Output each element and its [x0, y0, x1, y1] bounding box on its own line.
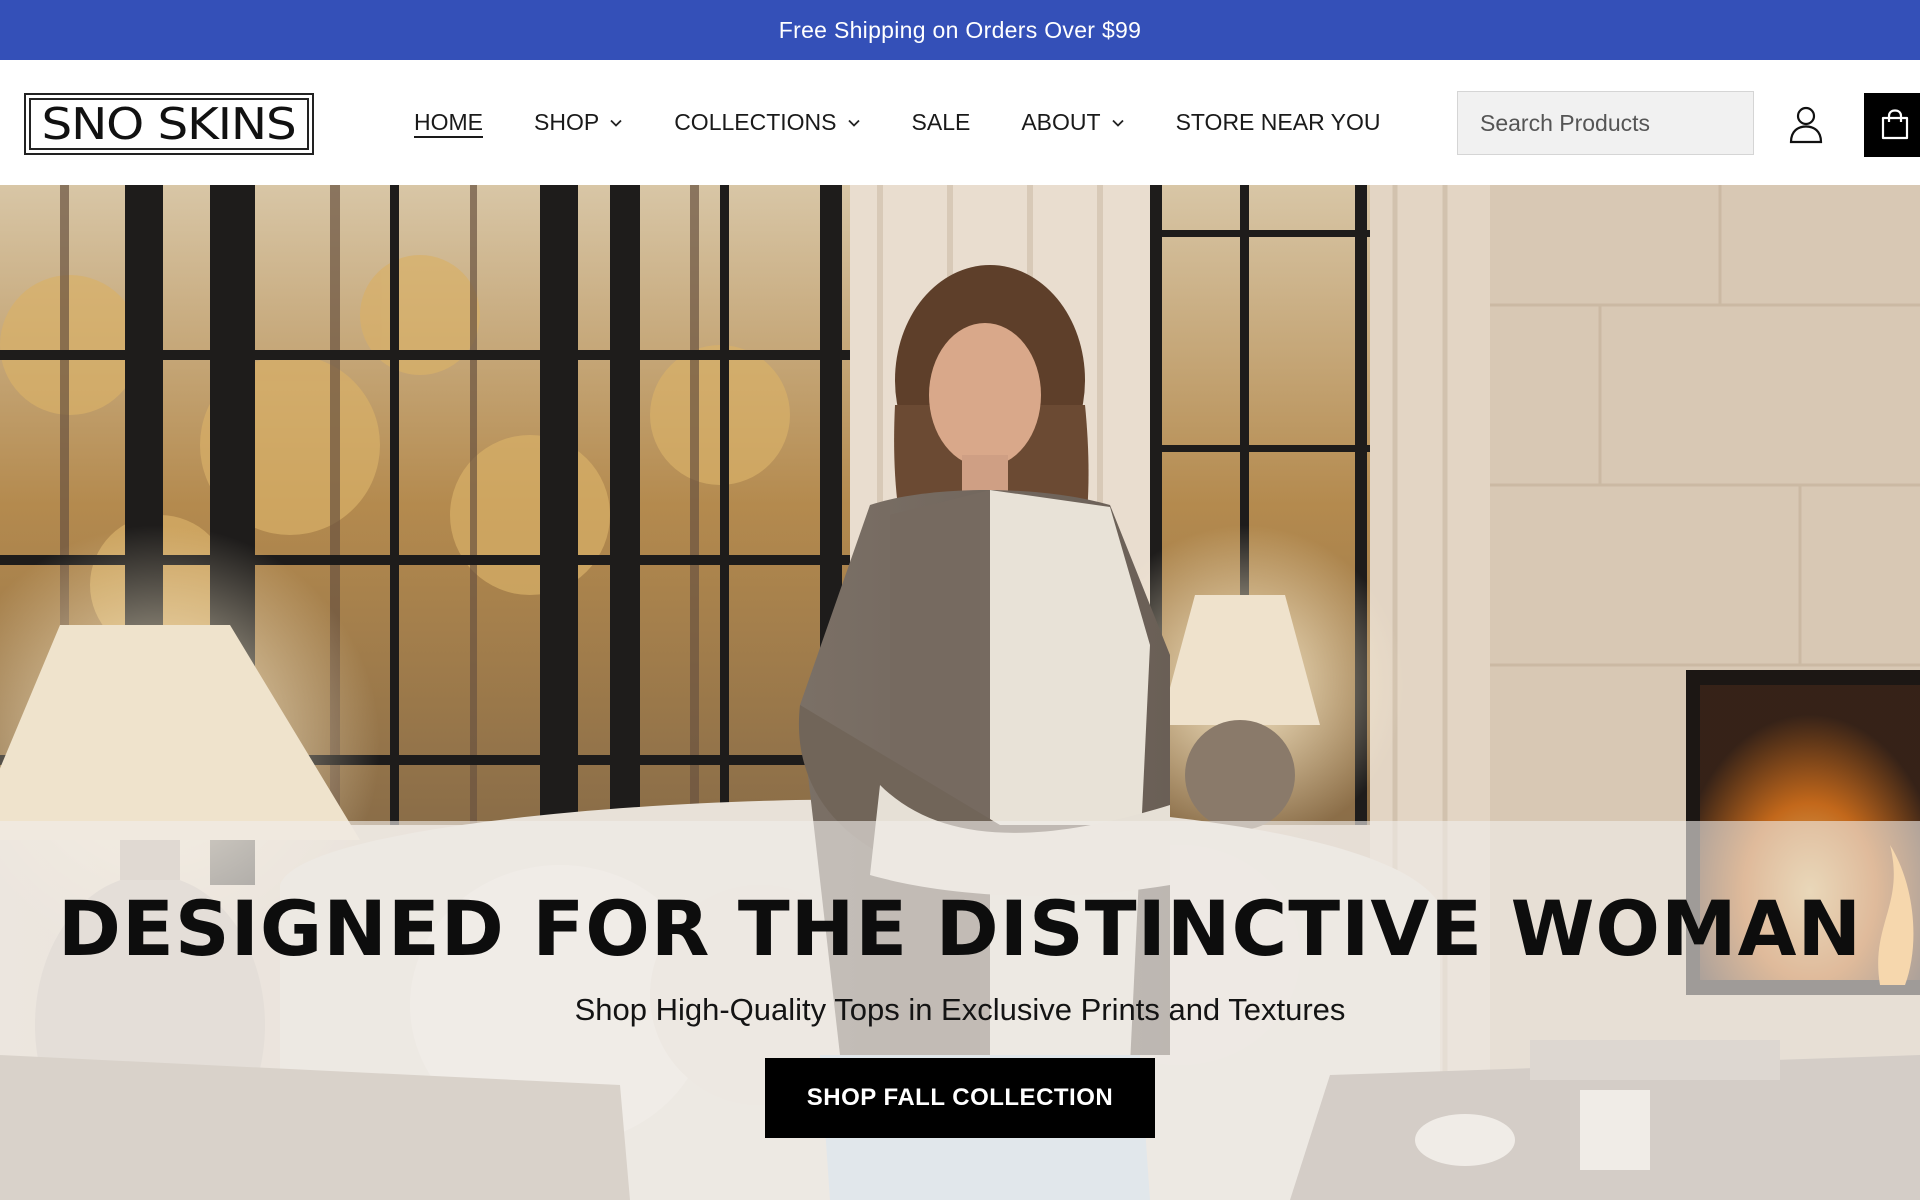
- cart-button[interactable]: [1864, 93, 1920, 157]
- hero-subtitle: Shop High-Quality Tops in Exclusive Prin…: [574, 992, 1346, 1028]
- search-input[interactable]: [1480, 109, 1776, 137]
- nav-item-label: ABOUT: [1021, 109, 1101, 135]
- nav-item-sale[interactable]: SALE: [912, 109, 971, 136]
- account-icon[interactable]: [1788, 104, 1824, 144]
- hero-title: DESIGNED FOR THE DISTINCTIVE WOMAN: [57, 884, 1863, 973]
- brand-logo[interactable]: SNO SKINS: [24, 93, 314, 155]
- hero-banner: DESIGNED FOR THE DISTINCTIVE WOMAN Shop …: [0, 185, 1920, 1200]
- nav-item-label: HOME: [414, 109, 483, 135]
- nav-item-label: STORE NEAR YOU: [1175, 109, 1381, 135]
- shop-fall-collection-button[interactable]: SHOP FALL COLLECTION: [765, 1058, 1155, 1139]
- brand-logo-frame: SNO SKINS: [29, 98, 309, 150]
- nav-item-about[interactable]: ABOUT: [1021, 109, 1124, 136]
- chevron-down-icon: [847, 119, 860, 127]
- nav-item-label: COLLECTIONS: [674, 109, 837, 135]
- announcement-text: Free Shipping on Orders Over $99: [778, 16, 1142, 43]
- nav-item-collections[interactable]: COLLECTIONS: [674, 109, 860, 136]
- announcement-bar: Free Shipping on Orders Over $99: [0, 0, 1920, 60]
- nav-item-label: SALE: [911, 109, 971, 135]
- nav-item-store-near-you[interactable]: STORE NEAR YOU: [1176, 109, 1381, 136]
- cart-icon: [1881, 109, 1909, 140]
- nav-item-shop[interactable]: SHOP: [534, 109, 623, 136]
- chevron-down-icon: [1111, 119, 1124, 127]
- main-nav: HOME SHOP COLLECTIONS SALE ABOUT STORE N…: [414, 60, 1432, 185]
- nav-item-label: SHOP: [534, 109, 600, 135]
- nav-item-home[interactable]: HOME: [414, 109, 483, 136]
- hero-content: DESIGNED FOR THE DISTINCTIVE WOMAN Shop …: [0, 884, 1920, 1139]
- chevron-down-icon: [610, 119, 622, 127]
- site-header: SNO SKINS HOME SHOP COLLECTIONS SALE ABO…: [0, 60, 1920, 185]
- search-box: [1457, 91, 1776, 155]
- brand-logo-text: SNO SKINS: [41, 98, 297, 150]
